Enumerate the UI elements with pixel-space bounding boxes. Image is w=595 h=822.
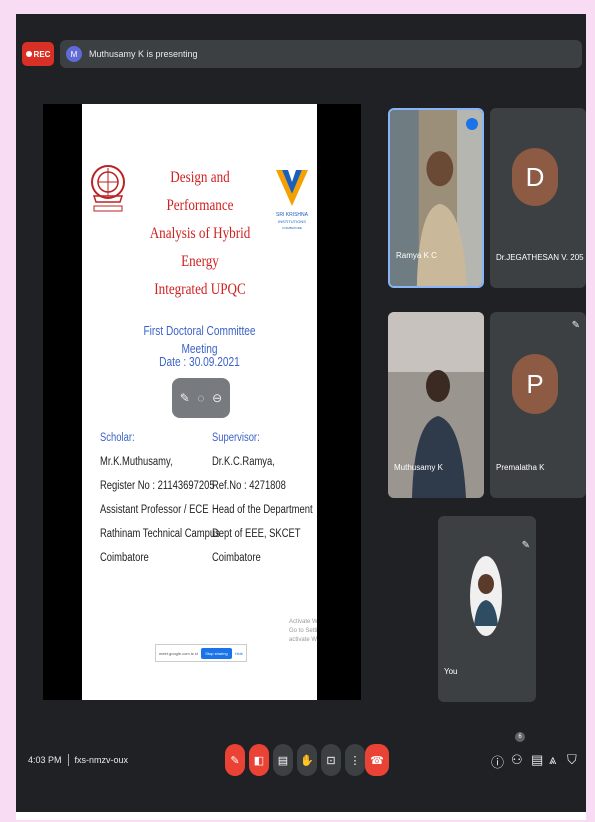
meet-window: REC M Muthusamy K is presenting SRI KRIS…	[16, 14, 586, 820]
participant-name: Dr.JEGATHESAN V. 205	[496, 253, 584, 262]
meeting-time: 4:03 PM	[28, 755, 62, 765]
hide-banner-button[interactable]: Hide	[235, 651, 243, 656]
chat-icon[interactable]: ▤	[531, 752, 543, 768]
participant-name: You	[444, 667, 458, 676]
recording-badge: REC	[22, 42, 54, 66]
activities-icon[interactable]: ⩓	[549, 752, 556, 768]
institutions-text: INSTITUTIONS	[278, 219, 306, 224]
participant-name: Premalatha K	[496, 463, 545, 472]
scholar-line: Rathinam Technical Campus	[100, 528, 220, 540]
mic-off-icon: ✎	[571, 320, 580, 331]
rec-label: REC	[33, 49, 51, 59]
slide-title-line: Analysis of Hybrid Energy	[149, 225, 251, 270]
speaking-indicator-icon	[466, 118, 478, 130]
participant-tile-jegathesan[interactable]: D Dr.JEGATHESAN V. 205	[490, 108, 586, 288]
people-icon[interactable]: ⚇	[511, 752, 523, 768]
scholar-heading: Scholar:	[100, 432, 135, 444]
anna-university-logo	[91, 165, 125, 212]
share-banner-text: meet.google.com is sharing your screen.	[159, 650, 198, 656]
present-button[interactable]: ⊡	[321, 744, 341, 776]
tile-overlay-controls[interactable]: ✎ ◌ ⊖	[172, 378, 230, 418]
captions-icon: ▤	[277, 754, 289, 767]
slide-title-line: Design and Performance	[166, 169, 234, 214]
sri-krishna-logo: SRI KRISHNA INSTITUTIONS COIMBATORE	[276, 170, 309, 230]
watermark-line: Go to Settings to activate Windows.	[289, 628, 317, 643]
supervisor-line: Dr.K.C.Ramya,	[212, 456, 275, 468]
presentation-slide: SRI KRISHNA INSTITUTIONS COIMBATORE Desi…	[82, 104, 317, 700]
shared-screen: SRI KRISHNA INSTITUTIONS COIMBATORE Desi…	[43, 104, 361, 700]
self-avatar	[470, 556, 502, 636]
more-vert-icon: ⋮	[349, 754, 361, 767]
scholar-line: Mr.K.Muthusamy,	[100, 456, 173, 468]
camera-off-icon: ◧	[253, 754, 265, 767]
scholar-line: Coimbatore	[100, 552, 149, 564]
scholar-block: Scholar: Mr.K.Muthusamy, Register No : 2…	[100, 426, 220, 570]
scholar-line: Assistant Professor / ECE	[100, 504, 209, 516]
participant-tile-premalatha[interactable]: ✎ P Premalatha K	[490, 312, 586, 498]
stop-sharing-button[interactable]: Stop sharing	[201, 647, 232, 659]
divider	[67, 754, 69, 766]
meeting-details: 4:03 PM fxs-nmzv-oux	[28, 754, 128, 766]
supervisor-line: Head of the Department	[212, 504, 313, 516]
slide-title: Design and Performance Analysis of Hybri…	[143, 164, 258, 304]
captions-button[interactable]: ▤	[273, 744, 293, 776]
supervisor-line: Ref.No : 4271808	[212, 480, 286, 492]
presenter-avatar: M	[66, 46, 82, 62]
remove-icon[interactable]: ⊖	[212, 391, 222, 405]
activate-windows-watermark: Activate Windows Go to Settings to activ…	[289, 618, 317, 645]
record-dot-icon	[25, 51, 32, 57]
participant-name: Muthusamy K	[394, 463, 443, 472]
screen-share-banner: meet.google.com is sharing your screen. …	[155, 644, 247, 662]
presenting-banner[interactable]: M Muthusamy K is presenting	[60, 40, 582, 68]
participant-avatar: D	[512, 148, 558, 206]
supervisor-block: Supervisor: Dr.K.C.Ramya, Ref.No : 42718…	[212, 426, 317, 570]
supervisor-line: Coimbatore	[212, 552, 261, 564]
participant-name: Ramya K C	[396, 251, 437, 260]
sri-krishna-text: SRI KRISHNA	[276, 212, 309, 218]
meeting-date: Date : 30.09.2021	[159, 354, 240, 369]
host-controls-icon[interactable]: ⛉	[567, 752, 577, 768]
present-icon: ⊡	[326, 754, 336, 767]
supervisor-heading: Supervisor:	[212, 432, 260, 444]
meeting-heading: First Doctoral Committee Meeting	[143, 323, 256, 356]
hand-icon: ✋	[300, 754, 314, 767]
mic-off-icon: ✎	[230, 754, 240, 767]
coimbatore-text: COIMBATORE	[282, 226, 302, 230]
participant-avatar: P	[512, 354, 558, 414]
info-icon[interactable]: ⓘ	[491, 752, 504, 771]
window-bottom-edge	[16, 812, 586, 820]
watermark-line: Activate Windows	[289, 619, 317, 625]
raise-hand-button[interactable]: ✋	[297, 744, 317, 776]
presenting-text: Muthusamy K is presenting	[89, 49, 198, 59]
supervisor-line: Dept of EEE, SKCET	[212, 528, 301, 540]
mic-toggle-button[interactable]: ✎	[225, 744, 245, 776]
participant-tile-ramya[interactable]: Ramya K C	[388, 108, 484, 288]
mic-off-icon: ✎	[521, 540, 530, 551]
more-options-button[interactable]: ⋮	[345, 744, 365, 776]
scholar-line: Register No : 21143697205	[100, 480, 215, 492]
slide-title-line: Integrated UPQC	[154, 281, 246, 298]
people-count-badge: 6	[515, 732, 525, 742]
meeting-code[interactable]: fxs-nmzv-oux	[75, 755, 129, 765]
mute-icon[interactable]: ◌	[197, 391, 204, 405]
participant-tile-muthusamy[interactable]: Muthusamy K	[388, 312, 484, 498]
phone-hangup-icon: ☎	[370, 754, 384, 767]
camera-toggle-button[interactable]: ◧	[249, 744, 269, 776]
pin-icon[interactable]: ✎	[180, 391, 190, 405]
participant-tile-you[interactable]: ✎ You	[438, 516, 536, 702]
end-call-button[interactable]: ☎	[365, 744, 389, 776]
